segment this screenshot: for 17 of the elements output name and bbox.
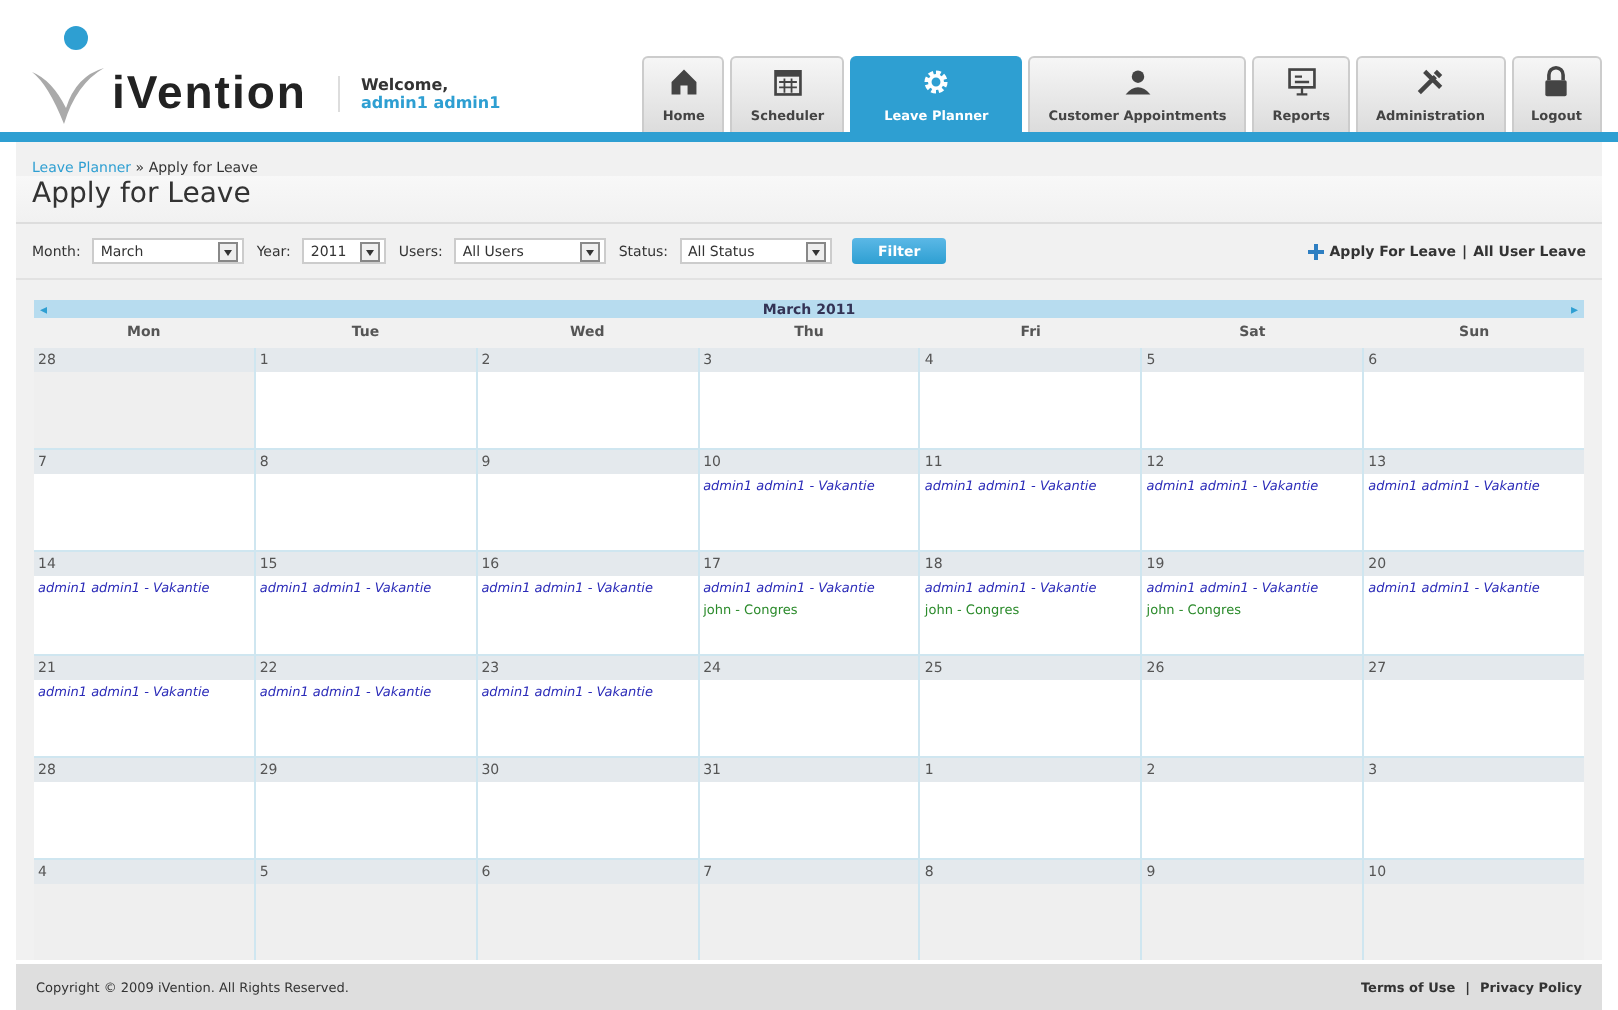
person-icon: [1121, 66, 1154, 98]
plus-icon: [1307, 243, 1324, 259]
gear-icon: [920, 66, 953, 98]
page-title: Apply for Leave: [16, 176, 1602, 224]
house-icon: [667, 66, 700, 98]
caret-icon: [360, 241, 381, 261]
welcome-label: Welcome,: [360, 76, 451, 94]
presentation-board-icon: [1285, 66, 1318, 98]
user-name: admin1 admin1: [360, 94, 503, 112]
caret-icon: [218, 241, 239, 261]
lock-icon: [1540, 66, 1573, 98]
logo-swoosh-icon: [28, 24, 108, 128]
caret-icon: [806, 241, 827, 261]
logo-text: iVention: [112, 66, 307, 120]
caret-icon: [580, 241, 601, 261]
calendar-icon: [771, 66, 804, 98]
tools-icon: [1414, 66, 1447, 98]
